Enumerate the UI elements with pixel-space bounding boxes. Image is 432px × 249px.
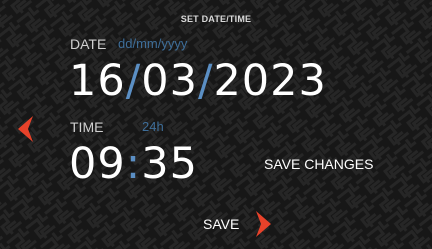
date-value[interactable]: 16/03/2023 xyxy=(69,56,327,106)
date-day[interactable]: 16 xyxy=(69,56,126,106)
time-hours[interactable]: 09 xyxy=(69,139,126,189)
save-changes-button[interactable]: SAVE CHANGES xyxy=(264,156,373,172)
date-label: DATE xyxy=(70,36,107,52)
chevron-right-icon[interactable] xyxy=(254,210,272,238)
time-label: TIME xyxy=(70,119,104,135)
save-button[interactable]: SAVE xyxy=(203,216,239,232)
set-datetime-screen: SET DATE/TIME DATE dd/mm/yyyy 16/03/2023… xyxy=(0,0,432,249)
page-title: SET DATE/TIME xyxy=(180,14,252,24)
date-separator: / xyxy=(197,56,214,106)
date-format-hint: dd/mm/yyyy xyxy=(118,36,188,51)
date-separator: / xyxy=(125,56,142,106)
date-month[interactable]: 03 xyxy=(141,56,198,106)
time-value[interactable]: 09:35 xyxy=(69,139,198,189)
date-year[interactable]: 2023 xyxy=(213,56,326,106)
time-minutes[interactable]: 35 xyxy=(141,139,198,189)
chevron-left-icon[interactable] xyxy=(17,115,35,143)
background-pattern xyxy=(0,0,432,249)
time-format-hint: 24h xyxy=(142,119,164,134)
time-separator: : xyxy=(125,139,142,189)
